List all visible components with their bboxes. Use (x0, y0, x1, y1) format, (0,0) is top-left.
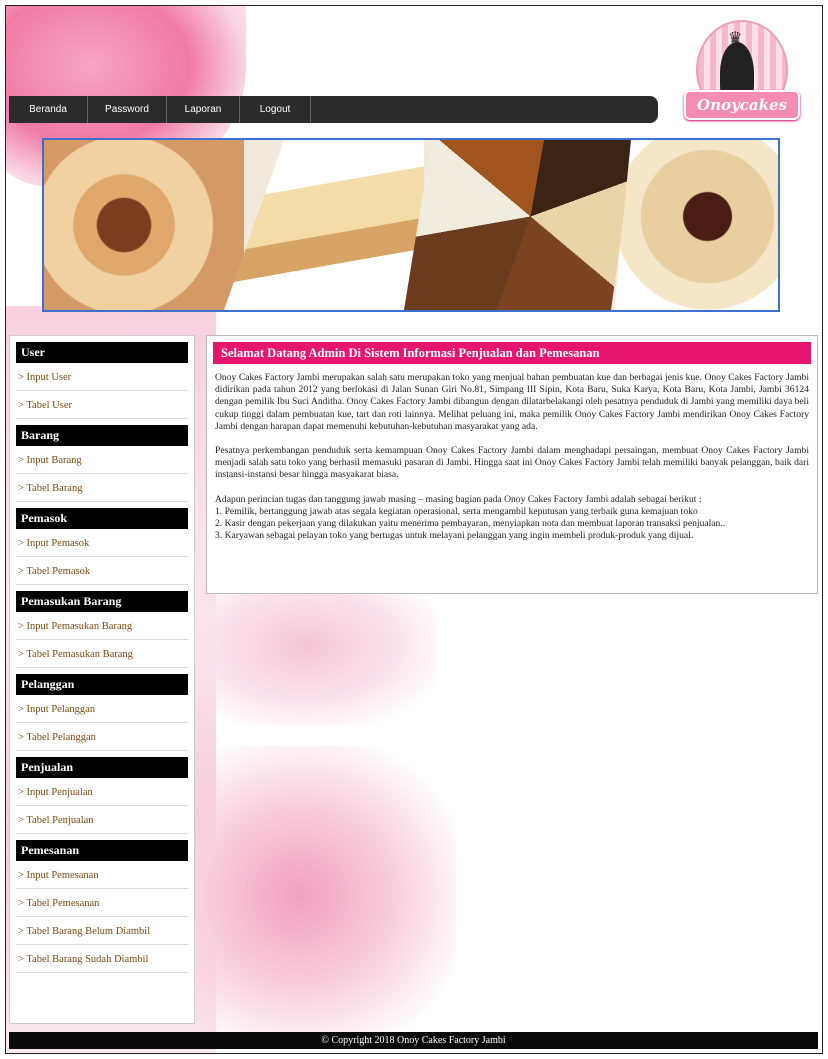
sidebar-section-penjualan: Penjualan (16, 757, 188, 778)
sidebar-menu: User > Input User > Tabel User Barang > … (9, 335, 195, 1024)
page-title: Selamat Datang Admin Di Sistem Informasi… (213, 342, 811, 364)
nav-beranda[interactable]: Beranda (9, 96, 88, 123)
sidebar-item-tabel-pelanggan[interactable]: > Tabel Pelanggan (16, 723, 188, 751)
duty-item-owner: 1. Pemilik, bertanggung jawab atas segal… (215, 505, 698, 517)
sidebar-item-input-penjualan[interactable]: > Input Penjualan (16, 778, 188, 806)
sidebar-item-tabel-pemasukan-barang[interactable]: > Tabel Pemasukan Barang (16, 640, 188, 668)
sidebar-section-pelanggan: Pelanggan (16, 674, 188, 695)
sidebar-section-barang: Barang (16, 425, 188, 446)
banner-cake-slices-image (404, 140, 634, 310)
sidebar-item-tabel-barang-belum-diambil[interactable]: > Tabel Barang Belum Diambil (16, 917, 188, 945)
sidebar-item-input-pemasukan-barang[interactable]: > Input Pemasukan Barang (16, 612, 188, 640)
sidebar-item-tabel-user[interactable]: > Tabel User (16, 391, 188, 419)
nav-password[interactable]: Password (88, 96, 167, 123)
hero-banner (42, 138, 780, 312)
sidebar-section-user: User (16, 342, 188, 363)
top-nav: Beranda Password Laporan Logout (9, 96, 658, 123)
growth-paragraph: Pesatnya perkembangan penduduk serta kem… (215, 445, 809, 481)
sidebar-item-input-barang[interactable]: > Input Barang (16, 446, 188, 474)
sidebar-item-input-pelanggan[interactable]: > Input Pelanggan (16, 695, 188, 723)
sidebar-item-input-user[interactable]: > Input User (16, 363, 188, 391)
sidebar-item-tabel-pemesanan[interactable]: > Tabel Pemesanan (16, 889, 188, 917)
sidebar-section-pemasok: Pemasok (16, 508, 188, 529)
sidebar-section-pemasukan-barang: Pemasukan Barang (16, 591, 188, 612)
welcome-panel: Selamat Datang Admin Di Sistem Informasi… (206, 335, 818, 594)
duty-item-cashier: 2. Kasir dengan pekerjaan yang dilakukan… (215, 518, 726, 530)
sidebar-item-input-pemesanan[interactable]: > Input Pemesanan (16, 861, 188, 889)
nav-logout[interactable]: Logout (240, 96, 311, 123)
sidebar-item-tabel-barang-sudah-diambil[interactable]: > Tabel Barang Sudah Diambil (16, 945, 188, 973)
intro-paragraph: Onoy Cakes Factory Jambi merupakan salah… (215, 372, 809, 432)
sidebar-item-tabel-pemasok[interactable]: > Tabel Pemasok (16, 557, 188, 585)
nav-laporan[interactable]: Laporan (167, 96, 240, 123)
duty-item-staff: 3. Karyawan sebagai pelayan toko yang be… (215, 530, 694, 542)
sidebar-item-tabel-penjualan[interactable]: > Tabel Penjualan (16, 806, 188, 834)
duties-intro: Adapun perincian tugas dan tanggung jawa… (215, 493, 702, 505)
sidebar-item-input-pemasok[interactable]: > Input Pemasok (16, 529, 188, 557)
banner-pie-image (614, 140, 778, 310)
sidebar-section-pemesanan: Pemesanan (16, 840, 188, 861)
logo-text: Onoycakes (684, 90, 800, 120)
background-cupcake-bottom (196, 746, 456, 1046)
banner-donuts-image (44, 140, 244, 310)
footer-copyright: © Copyright 2018 Onoy Cakes Factory Jamb… (9, 1032, 818, 1049)
sidebar-item-tabel-barang[interactable]: > Tabel Barang (16, 474, 188, 502)
site-logo[interactable]: ♛ Onoycakes (684, 20, 800, 132)
banner-pastry-image (224, 140, 424, 310)
welcome-text: Onoy Cakes Factory Jambi merupakan salah… (215, 372, 809, 542)
